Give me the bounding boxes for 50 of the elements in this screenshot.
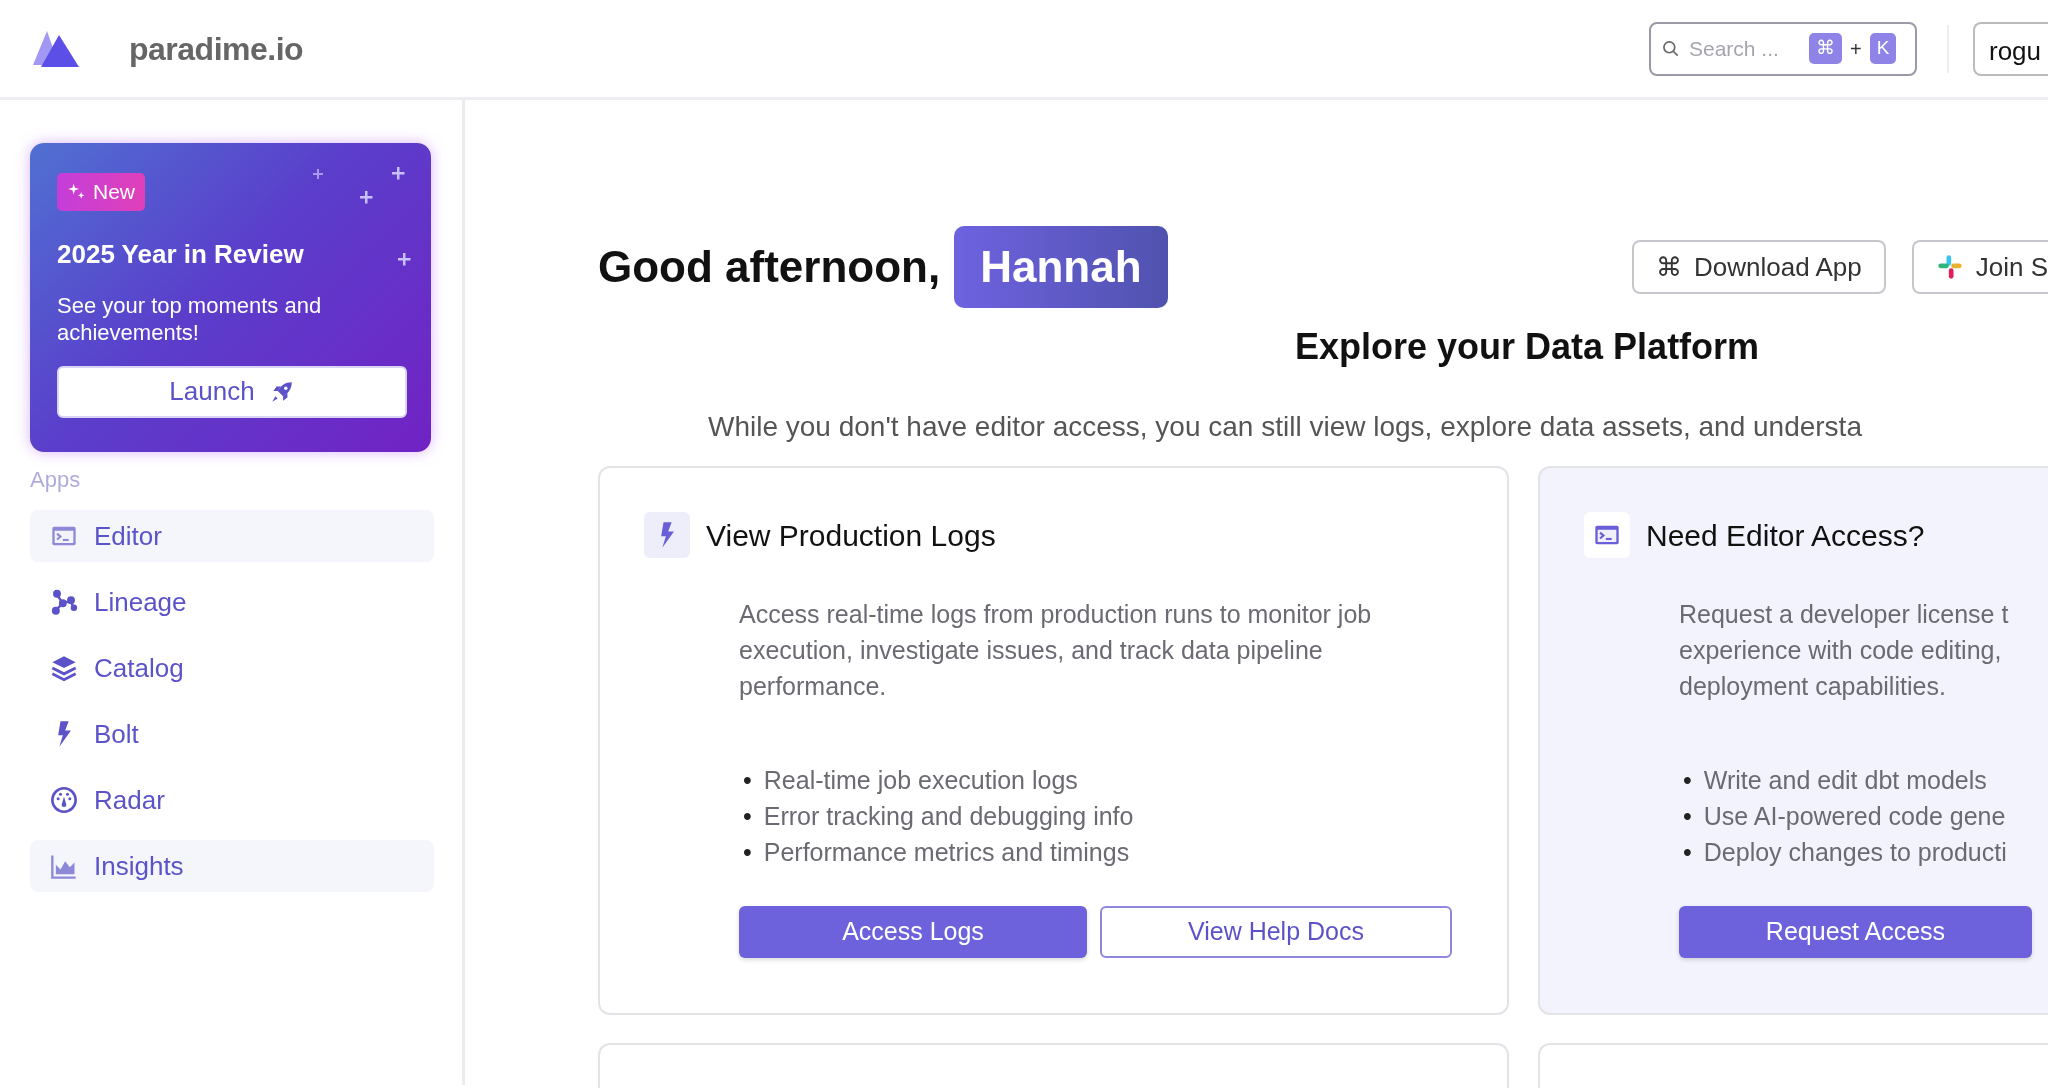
outline-button[interactable]: View Help Docs xyxy=(1100,906,1452,958)
intro-text: While you don't have editor access, you can still view logs, explore data assets, and understa xyxy=(707,410,1863,444)
card-title: View Production Logs xyxy=(706,517,996,554)
bullet-item: Performance metrics and timings xyxy=(763,837,1130,868)
action-button[interactable]: Join S xyxy=(1911,240,2048,294)
bullet-item: Error tracking and debugging info xyxy=(763,801,1134,832)
bullet-mark: • xyxy=(743,837,752,868)
bullet-mark: • xyxy=(1683,801,1692,832)
sidebar-item[interactable]: Radar xyxy=(30,774,434,826)
bullet-mark: • xyxy=(743,801,752,832)
slack-icon xyxy=(1935,253,1964,281)
section-heading: Explore your Data Platform xyxy=(1294,325,1761,369)
action-button[interactable]: ⌘ Download App xyxy=(1632,240,1886,294)
workspace-selector[interactable]: rogu xyxy=(1973,21,2048,76)
user-name-highlight: Hannah xyxy=(954,226,1168,308)
greeting-text: Good afternoon, xyxy=(598,241,941,293)
search-icon xyxy=(1661,38,1681,59)
promo-text: See your top moments and achievements! xyxy=(57,291,323,346)
card-title: Need Editor Access? xyxy=(1646,517,1925,554)
sidebar-item[interactable]: Bolt xyxy=(30,708,434,760)
keyboard-key: ⌘ xyxy=(1809,33,1842,64)
card-description: Access real-time logs from production runs to monitor job execution, investigate issues, and track data pipeline performance. xyxy=(739,599,1373,702)
bullet-item: Use AI-powered code gene xyxy=(1703,801,2006,832)
layers-icon xyxy=(50,654,78,682)
card-description-line: deployment capabilities. xyxy=(1679,671,1947,702)
command-icon: ⌘ xyxy=(1656,247,1683,287)
shortcut-joiner: + xyxy=(1850,36,1862,62)
launch-button[interactable]: Launch xyxy=(57,365,407,418)
bullet-mark: • xyxy=(1683,837,1692,868)
sidebar-item[interactable]: Editor xyxy=(30,510,434,562)
primary-button[interactable]: Access Logs xyxy=(739,906,1087,958)
sidebar-item[interactable]: Catalog xyxy=(30,642,434,694)
sidebar-item[interactable]: Insights xyxy=(30,840,434,892)
primary-button[interactable]: Request Access xyxy=(1679,906,2032,958)
bullet-mark: • xyxy=(743,765,752,796)
bullet-item: Write and edit dbt models xyxy=(1703,765,1987,796)
search-bar[interactable]: Search ... ⌘ + K xyxy=(1649,21,1917,76)
bullet-mark: • xyxy=(1683,765,1692,796)
badge-label: New xyxy=(93,179,135,205)
gauge-icon xyxy=(50,786,78,814)
section-label: Apps xyxy=(30,466,82,494)
bullet-item: Real-time job execution logs xyxy=(763,765,1078,796)
keyboard-key: K xyxy=(1869,33,1897,64)
nodes-icon xyxy=(50,588,78,616)
logo-text: paradime.io xyxy=(129,29,304,69)
card-description-line: Request a developer license t xyxy=(1679,599,2010,630)
sidebar-item[interactable]: Lineage xyxy=(30,576,434,628)
bullet-item: Deploy changes to producti xyxy=(1703,837,2007,868)
promo-title: 2025 Year in Review xyxy=(57,237,305,271)
card-description-line: experience with code editing, xyxy=(1679,635,2003,666)
